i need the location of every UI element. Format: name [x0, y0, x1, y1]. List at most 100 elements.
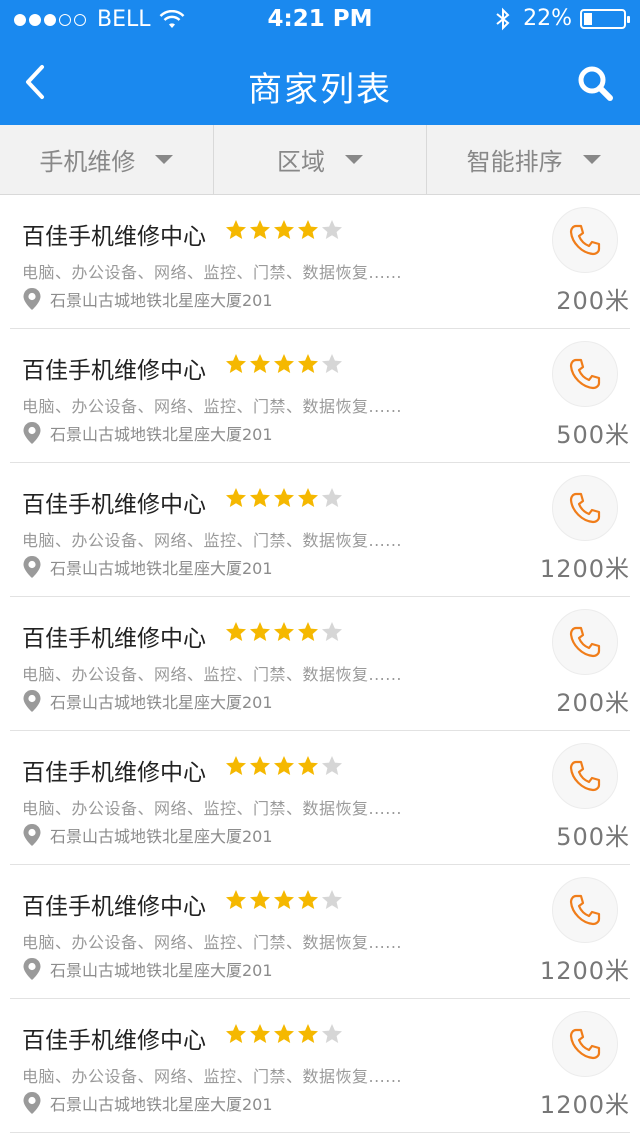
- star-empty-icon: [322, 354, 342, 373]
- filter-sort[interactable]: 智能排序: [426, 125, 640, 194]
- search-button[interactable]: [576, 64, 616, 104]
- rating-stars: [225, 889, 345, 911]
- star-empty-icon: [322, 890, 342, 909]
- star-filled-icon: [274, 354, 294, 373]
- star-filled-icon: [274, 890, 294, 909]
- merchant-distance: 1200米: [539, 1091, 630, 1119]
- phone-icon: [569, 1028, 601, 1060]
- filter-label: 手机维修: [39, 148, 136, 176]
- star-filled-icon: [298, 354, 318, 373]
- rating-stars: [225, 353, 345, 375]
- star-filled-icon: [274, 1024, 294, 1043]
- star-filled-icon: [250, 488, 270, 507]
- merchant-list-item[interactable]: 百佳手机维修中心 电脑、办公设备、网络、监控、门禁、数据恢复...... 石景山古城…: [10, 597, 630, 731]
- merchant-list-item[interactable]: 百佳手机维修中心 电脑、办公设备、网络、监控、门禁、数据恢复...... 石景山古城…: [10, 463, 630, 597]
- merchant-list-item[interactable]: 百佳手机维修中心 电脑、办公设备、网络、监控、门禁、数据恢复...... 石景山古城…: [10, 865, 630, 999]
- merchant-distance: 200米: [556, 689, 630, 717]
- merchant-distance: 1200米: [539, 555, 630, 583]
- merchant-list-item[interactable]: 百佳手机维修中心 电脑、办公设备、网络、监控、门禁、数据恢复...... 石景山古城…: [10, 195, 630, 329]
- rating-stars: [225, 1023, 345, 1045]
- star-filled-icon: [250, 756, 270, 775]
- star-empty-icon: [322, 756, 342, 775]
- call-button[interactable]: [552, 475, 618, 541]
- location-pin-icon: [23, 288, 41, 310]
- star-filled-icon: [226, 1024, 246, 1043]
- star-filled-icon: [298, 756, 318, 775]
- merchant-services: 电脑、办公设备、网络、监控、门禁、数据恢复......: [22, 397, 403, 416]
- star-filled-icon: [298, 622, 318, 641]
- merchant-address: 石景山古城地铁北星座大厦201: [50, 425, 273, 444]
- location-pin-icon: [23, 824, 41, 846]
- star-filled-icon: [226, 354, 246, 373]
- location-pin-icon: [23, 958, 41, 980]
- call-button[interactable]: [552, 609, 618, 675]
- filter-bar: 手机维修 区域 智能排序: [0, 125, 640, 195]
- phone-icon: [569, 492, 601, 524]
- location-pin-icon: [23, 690, 41, 712]
- merchant-address: 石景山古城地铁北星座大厦201: [50, 827, 273, 846]
- star-filled-icon: [250, 354, 270, 373]
- star-filled-icon: [226, 756, 246, 775]
- star-filled-icon: [274, 622, 294, 641]
- call-button[interactable]: [552, 877, 618, 943]
- merchant-list-item[interactable]: 百佳手机维修中心电脑、办公设备、网络、监控、门禁、数据恢复...... 石景山古城…: [10, 731, 630, 865]
- call-button[interactable]: [552, 341, 618, 407]
- rating-stars: [225, 487, 345, 509]
- filter-label: 区域: [277, 148, 325, 176]
- merchant-address: 石景山古城地铁北星座大厦201: [50, 559, 273, 578]
- status-bar: BELL 4:21 PM 22%: [0, 0, 640, 40]
- call-button[interactable]: [552, 743, 618, 809]
- top-bar: BELL 4:21 PM 22% 商家列表: [0, 0, 640, 125]
- merchant-services: 电脑、办公设备、网络、监控、门禁、数据恢复......: [22, 799, 403, 818]
- merchant-distance: 500米: [556, 421, 630, 449]
- call-button[interactable]: [552, 207, 618, 273]
- merchant-name: 百佳手机维修中心: [22, 760, 206, 786]
- merchant-address-row: 石景山古城地铁北星座大厦201: [22, 555, 273, 579]
- star-filled-icon: [250, 622, 270, 641]
- location-pin-icon: [23, 422, 41, 444]
- merchant-address-row: 石景山古城地铁北星座大厦201: [22, 957, 273, 981]
- star-empty-icon: [322, 488, 342, 507]
- merchant-address: 石景山古城地铁北星座大厦201: [50, 291, 273, 310]
- star-filled-icon: [274, 220, 294, 239]
- star-empty-icon: [322, 622, 342, 641]
- merchant-address-row: 石景山古城地铁北星座大厦201: [22, 823, 273, 847]
- rating-stars: [225, 755, 345, 777]
- merchant-distance: 500米: [556, 823, 630, 851]
- star-empty-icon: [322, 1024, 342, 1043]
- call-button[interactable]: [552, 1011, 618, 1077]
- merchant-address-row: 石景山古城地铁北星座大厦201: [22, 1091, 273, 1115]
- location-pin-icon: [23, 1092, 41, 1114]
- phone-icon: [569, 358, 601, 390]
- rating-stars: [225, 621, 345, 643]
- merchant-list: 百佳手机维修中心 电脑、办公设备、网络、监控、门禁、数据恢复...... 石景山古城…: [0, 195, 640, 1133]
- bluetooth-icon: [496, 7, 510, 30]
- star-empty-icon: [322, 220, 342, 239]
- phone-icon: [569, 894, 601, 926]
- merchant-list-item[interactable]: 百佳手机维修中心 电脑、办公设备、网络、监控、门禁、数据恢复...... 石景山古城…: [10, 329, 630, 463]
- search-icon: [578, 66, 613, 101]
- rating-stars: [225, 219, 345, 241]
- merchant-list-item[interactable]: 百佳手机维修中心 电脑、办公设备、网络、监控、门禁、数据恢复...... 石景山古城…: [10, 999, 630, 1133]
- filter-category[interactable]: 手机维修: [0, 125, 213, 194]
- star-filled-icon: [226, 890, 246, 909]
- filter-area[interactable]: 区域: [212, 125, 427, 194]
- merchant-name: 百佳手机维修中心: [22, 1028, 206, 1054]
- merchant-distance: 1200米: [539, 957, 630, 985]
- star-filled-icon: [298, 890, 318, 909]
- phone-icon: [569, 760, 601, 792]
- merchant-name: 百佳手机维修中心: [22, 894, 206, 920]
- caret-down-icon: [582, 155, 601, 164]
- star-filled-icon: [274, 756, 294, 775]
- star-filled-icon: [226, 488, 246, 507]
- phone-icon: [569, 626, 601, 658]
- merchant-address: 石景山古城地铁北星座大厦201: [50, 1095, 273, 1114]
- star-filled-icon: [298, 488, 318, 507]
- merchant-name: 百佳手机维修中心: [22, 626, 206, 652]
- location-pin-icon: [23, 556, 41, 578]
- caret-down-icon: [345, 155, 363, 164]
- star-filled-icon: [226, 622, 246, 641]
- merchant-address-row: 石景山古城地铁北星座大厦201: [22, 421, 273, 445]
- merchant-name: 百佳手机维修中心: [22, 492, 206, 518]
- battery-percent: 22%: [523, 6, 572, 31]
